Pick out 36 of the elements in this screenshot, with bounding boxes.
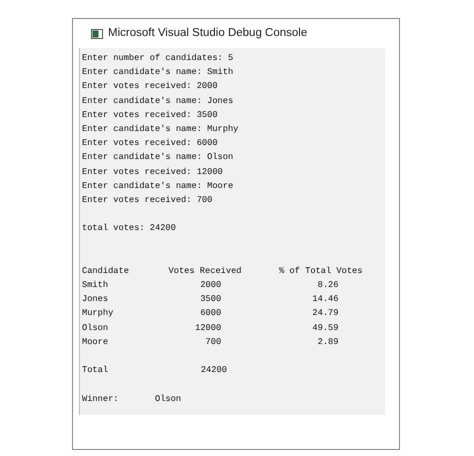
- console-line: Enter candidate's name: Smith: [82, 66, 234, 80]
- table-cell-text: 24.79: [311, 307, 338, 320]
- table-cell-text: 14.46: [311, 293, 338, 306]
- column-header: Votes Received: [168, 264, 243, 278]
- console-line: Enter votes received: 12000: [82, 166, 223, 178]
- total-value: 24200: [200, 364, 227, 378]
- console-line: Enter candidate's name: Moore: [82, 180, 234, 193]
- console-line: Enter votes received: 3500: [82, 108, 218, 122]
- console-line: Enter votes received: 700: [82, 194, 212, 207]
- table-cell-text: Jones: [82, 293, 110, 306]
- winner-label: Winner:: [82, 392, 120, 406]
- table-cell-text: Moore: [82, 336, 110, 349]
- table-cell-text: 12000: [194, 322, 222, 335]
- table-cell-text: 2.89: [316, 336, 338, 349]
- table-cell-text: 3500: [199, 293, 222, 306]
- column-header: % of Total Votes: [279, 264, 362, 278]
- table-cell-text: 2000: [199, 279, 222, 292]
- table-cell-text: Murphy: [82, 307, 114, 320]
- console-line: Enter number of candidates: 5: [82, 52, 234, 65]
- console-app-icon: [91, 28, 103, 38]
- table-cell-text: 8.26: [316, 279, 338, 292]
- winner-value: Olson: [154, 392, 182, 406]
- table-cell-text: Olson: [82, 322, 110, 335]
- console-line: total votes: 24200: [82, 222, 176, 236]
- console-line: Enter candidate's name: Olson: [82, 151, 234, 164]
- console-line: Enter votes received: 6000: [82, 137, 218, 150]
- table-cell-text: 49.59: [311, 322, 338, 335]
- total-label: Total: [82, 364, 110, 378]
- console-line: Enter candidate's name: Jones: [82, 94, 234, 108]
- table-cell-text: 700: [204, 336, 222, 349]
- console-line: Enter votes received: 2000: [82, 80, 218, 94]
- table-cell-text: Smith: [82, 279, 110, 292]
- column-header: Candidate: [82, 264, 130, 278]
- console-line: Enter candidate's name: Murphy: [82, 122, 238, 136]
- table-cell-text: 6000: [199, 307, 222, 320]
- window-title: Microsoft Visual Studio Debug Console: [108, 26, 308, 41]
